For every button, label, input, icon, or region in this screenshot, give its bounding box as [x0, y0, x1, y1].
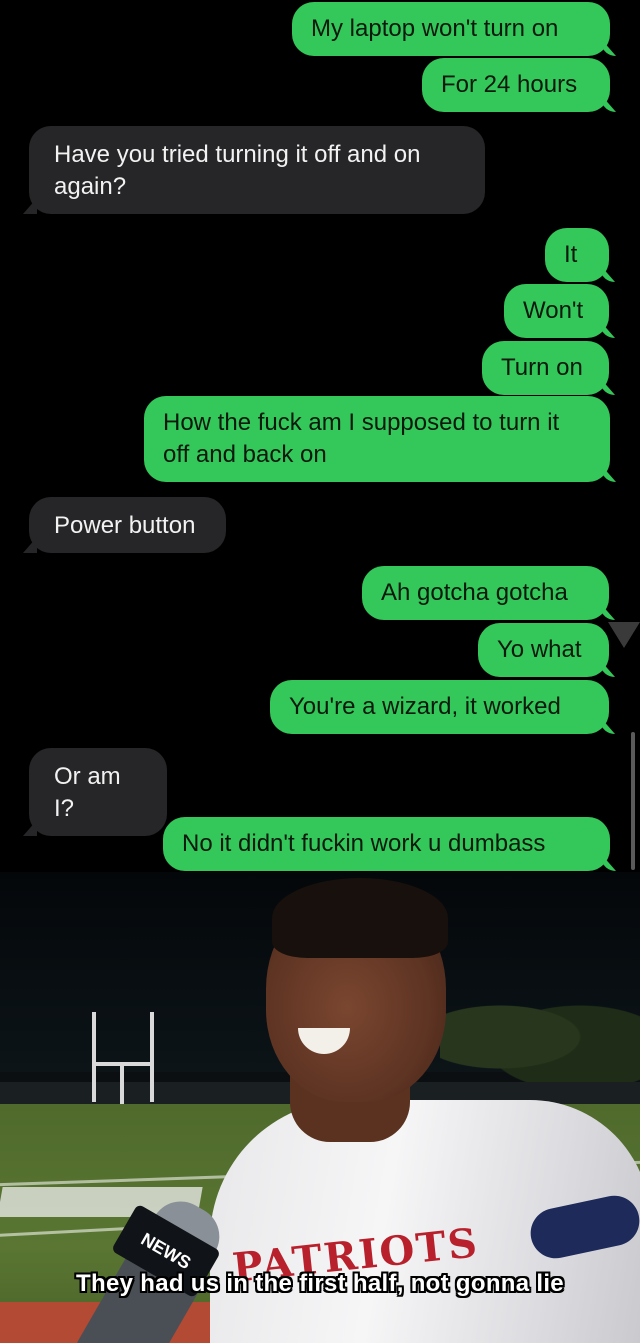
- message-bubble-sent[interactable]: Ah gotcha gotcha: [362, 566, 609, 620]
- message-bubble-received[interactable]: Have you tried turning it off and on aga…: [29, 126, 485, 214]
- trees: [440, 982, 640, 1092]
- meme-image: PATRIOTS NEWS They had us in the first h…: [0, 872, 640, 1343]
- message-bubble-sent[interactable]: Won't: [504, 284, 609, 338]
- message-bubble-sent[interactable]: For 24 hours: [422, 58, 610, 112]
- message-bubble-sent[interactable]: It: [545, 228, 609, 282]
- message-bubble-sent[interactable]: You're a wizard, it worked: [270, 680, 609, 734]
- goalpost-upright: [150, 1012, 154, 1102]
- message-bubble-sent[interactable]: Yo what: [478, 623, 609, 677]
- player-hair: [272, 878, 448, 958]
- message-bubble-sent[interactable]: How the fuck am I supposed to turn it of…: [144, 396, 610, 482]
- message-bubble-received[interactable]: Or am I?: [29, 748, 167, 836]
- scrollbar[interactable]: [631, 732, 635, 870]
- goalpost-upright: [92, 1012, 96, 1102]
- triangle-down-icon: [608, 622, 640, 648]
- message-bubble-sent[interactable]: My laptop won't turn on: [292, 2, 610, 56]
- message-thread: My laptop won't turn on For 24 hours Hav…: [0, 0, 640, 872]
- goalpost-post: [120, 1064, 124, 1104]
- meme-caption: They had us in the first half, not gonna…: [76, 1270, 564, 1297]
- message-bubble-sent[interactable]: Turn on: [482, 341, 609, 395]
- message-bubble-sent[interactable]: No it didn't fuckin work u dumbass: [163, 817, 610, 871]
- message-bubble-received[interactable]: Power button: [29, 497, 226, 553]
